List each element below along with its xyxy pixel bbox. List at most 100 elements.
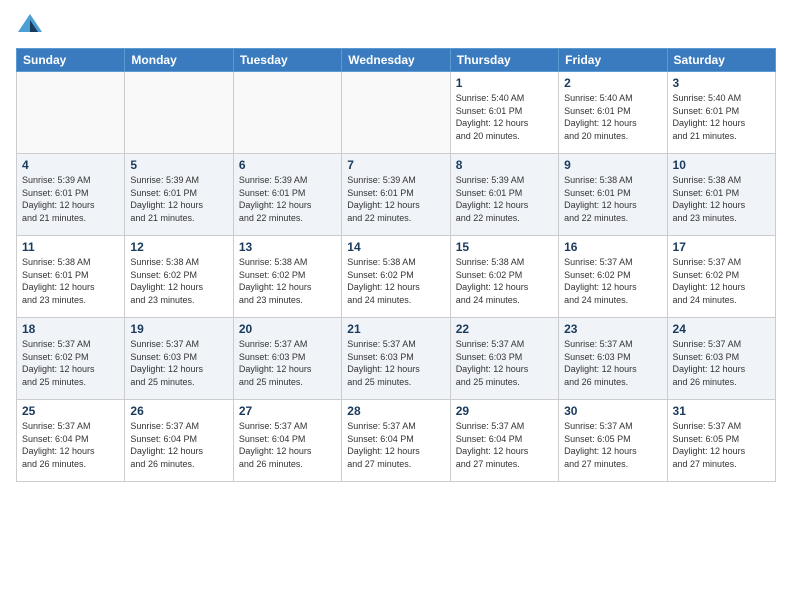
week-row-2: 4 Sunrise: 5:39 AM Sunset: 6:01 PM Daylig… xyxy=(17,154,776,236)
calendar-cell: 17 Sunrise: 5:37 AM Sunset: 6:02 PM Dayli… xyxy=(667,236,775,318)
day-info: Sunrise: 5:37 AM Sunset: 6:04 PM Dayligh… xyxy=(239,420,336,470)
day-number: 20 xyxy=(239,322,336,336)
day-number: 3 xyxy=(673,76,770,90)
calendar-cell xyxy=(233,72,341,154)
day-info: Sunrise: 5:37 AM Sunset: 6:05 PM Dayligh… xyxy=(564,420,661,470)
logo xyxy=(16,12,48,40)
week-row-3: 11 Sunrise: 5:38 AM Sunset: 6:01 PM Dayli… xyxy=(17,236,776,318)
day-number: 31 xyxy=(673,404,770,418)
calendar-cell: 7 Sunrise: 5:39 AM Sunset: 6:01 PM Daylig… xyxy=(342,154,450,236)
day-info: Sunrise: 5:39 AM Sunset: 6:01 PM Dayligh… xyxy=(456,174,553,224)
day-info: Sunrise: 5:37 AM Sunset: 6:03 PM Dayligh… xyxy=(564,338,661,388)
calendar-cell: 2Sunrise: 5:40 AM Sunset: 6:01 PM Daylig… xyxy=(559,72,667,154)
day-number: 24 xyxy=(673,322,770,336)
calendar-cell: 13 Sunrise: 5:38 AM Sunset: 6:02 PM Dayli… xyxy=(233,236,341,318)
day-info: Sunrise: 5:38 AM Sunset: 6:02 PM Dayligh… xyxy=(130,256,227,306)
calendar-cell: 29 Sunrise: 5:37 AM Sunset: 6:04 PM Dayli… xyxy=(450,400,558,482)
calendar-cell: 27 Sunrise: 5:37 AM Sunset: 6:04 PM Dayli… xyxy=(233,400,341,482)
calendar-cell: 5 Sunrise: 5:39 AM Sunset: 6:01 PM Daylig… xyxy=(125,154,233,236)
calendar-cell: 3 Sunrise: 5:40 AM Sunset: 6:01 PM Daylig… xyxy=(667,72,775,154)
calendar-cell xyxy=(125,72,233,154)
day-info: Sunrise: 5:38 AM Sunset: 6:01 PM Dayligh… xyxy=(22,256,119,306)
day-info: Sunrise: 5:38 AM Sunset: 6:01 PM Dayligh… xyxy=(673,174,770,224)
day-info: Sunrise: 5:40 AM Sunset: 6:01 PM Dayligh… xyxy=(456,92,553,142)
day-info: Sunrise: 5:39 AM Sunset: 6:01 PM Dayligh… xyxy=(347,174,444,224)
calendar-cell xyxy=(342,72,450,154)
weekday-header-sunday: Sunday xyxy=(17,49,125,72)
day-info: Sunrise: 5:37 AM Sunset: 6:03 PM Dayligh… xyxy=(130,338,227,388)
day-info: Sunrise: 5:37 AM Sunset: 6:02 PM Dayligh… xyxy=(22,338,119,388)
day-number: 5 xyxy=(130,158,227,172)
calendar-cell: 15Sunrise: 5:38 AM Sunset: 6:02 PM Dayli… xyxy=(450,236,558,318)
calendar: SundayMondayTuesdayWednesdayThursdayFrid… xyxy=(16,48,776,482)
day-number: 16 xyxy=(564,240,661,254)
day-number: 10 xyxy=(673,158,770,172)
calendar-cell: 19 Sunrise: 5:37 AM Sunset: 6:03 PM Dayli… xyxy=(125,318,233,400)
calendar-cell: 6 Sunrise: 5:39 AM Sunset: 6:01 PM Daylig… xyxy=(233,154,341,236)
calendar-cell: 9 Sunrise: 5:38 AM Sunset: 6:01 PM Daylig… xyxy=(559,154,667,236)
day-info: Sunrise: 5:38 AM Sunset: 6:02 PM Dayligh… xyxy=(239,256,336,306)
calendar-cell: 11 Sunrise: 5:38 AM Sunset: 6:01 PM Dayli… xyxy=(17,236,125,318)
calendar-cell: 18 Sunrise: 5:37 AM Sunset: 6:02 PM Dayli… xyxy=(17,318,125,400)
day-number: 13 xyxy=(239,240,336,254)
day-info: Sunrise: 5:39 AM Sunset: 6:01 PM Dayligh… xyxy=(22,174,119,224)
calendar-cell: 24 Sunrise: 5:37 AM Sunset: 6:03 PM Dayli… xyxy=(667,318,775,400)
calendar-cell: 10 Sunrise: 5:38 AM Sunset: 6:01 PM Dayli… xyxy=(667,154,775,236)
calendar-cell: 28 Sunrise: 5:37 AM Sunset: 6:04 PM Dayli… xyxy=(342,400,450,482)
weekday-header-wednesday: Wednesday xyxy=(342,49,450,72)
day-number: 12 xyxy=(130,240,227,254)
day-info: Sunrise: 5:37 AM Sunset: 6:04 PM Dayligh… xyxy=(456,420,553,470)
day-info: Sunrise: 5:37 AM Sunset: 6:03 PM Dayligh… xyxy=(673,338,770,388)
week-row-5: 25Sunrise: 5:37 AM Sunset: 6:04 PM Dayli… xyxy=(17,400,776,482)
calendar-cell: 26Sunrise: 5:37 AM Sunset: 6:04 PM Dayli… xyxy=(125,400,233,482)
calendar-cell: 1 Sunrise: 5:40 AM Sunset: 6:01 PM Daylig… xyxy=(450,72,558,154)
day-number: 18 xyxy=(22,322,119,336)
day-number: 9 xyxy=(564,158,661,172)
calendar-cell: 23 Sunrise: 5:37 AM Sunset: 6:03 PM Dayli… xyxy=(559,318,667,400)
day-number: 2 xyxy=(564,76,661,90)
day-info: Sunrise: 5:37 AM Sunset: 6:02 PM Dayligh… xyxy=(673,256,770,306)
day-number: 7 xyxy=(347,158,444,172)
day-number: 17 xyxy=(673,240,770,254)
day-info: Sunrise: 5:37 AM Sunset: 6:02 PM Dayligh… xyxy=(564,256,661,306)
day-info: Sunrise: 5:37 AM Sunset: 6:04 PM Dayligh… xyxy=(22,420,119,470)
calendar-cell: 31Sunrise: 5:37 AM Sunset: 6:05 PM Dayli… xyxy=(667,400,775,482)
calendar-cell: 25Sunrise: 5:37 AM Sunset: 6:04 PM Dayli… xyxy=(17,400,125,482)
calendar-cell: 16 Sunrise: 5:37 AM Sunset: 6:02 PM Dayli… xyxy=(559,236,667,318)
weekday-header-monday: Monday xyxy=(125,49,233,72)
day-number: 4 xyxy=(22,158,119,172)
weekday-header-row: SundayMondayTuesdayWednesdayThursdayFrid… xyxy=(17,49,776,72)
day-info: Sunrise: 5:37 AM Sunset: 6:04 PM Dayligh… xyxy=(347,420,444,470)
day-info: Sunrise: 5:39 AM Sunset: 6:01 PM Dayligh… xyxy=(239,174,336,224)
day-number: 21 xyxy=(347,322,444,336)
day-number: 1 xyxy=(456,76,553,90)
week-row-4: 18 Sunrise: 5:37 AM Sunset: 6:02 PM Dayli… xyxy=(17,318,776,400)
day-number: 22 xyxy=(456,322,553,336)
day-info: Sunrise: 5:40 AM Sunset: 6:01 PM Dayligh… xyxy=(673,92,770,142)
weekday-header-friday: Friday xyxy=(559,49,667,72)
day-number: 23 xyxy=(564,322,661,336)
calendar-cell: 4 Sunrise: 5:39 AM Sunset: 6:01 PM Daylig… xyxy=(17,154,125,236)
calendar-cell: 12 Sunrise: 5:38 AM Sunset: 6:02 PM Dayli… xyxy=(125,236,233,318)
page: SundayMondayTuesdayWednesdayThursdayFrid… xyxy=(0,0,792,612)
weekday-header-thursday: Thursday xyxy=(450,49,558,72)
header xyxy=(16,12,776,40)
calendar-cell: 20 Sunrise: 5:37 AM Sunset: 6:03 PM Dayli… xyxy=(233,318,341,400)
calendar-cell: 8 Sunrise: 5:39 AM Sunset: 6:01 PM Daylig… xyxy=(450,154,558,236)
day-number: 8 xyxy=(456,158,553,172)
calendar-cell: 22 Sunrise: 5:37 AM Sunset: 6:03 PM Dayli… xyxy=(450,318,558,400)
day-number: 19 xyxy=(130,322,227,336)
day-number: 26 xyxy=(130,404,227,418)
day-number: 11 xyxy=(22,240,119,254)
day-number: 6 xyxy=(239,158,336,172)
day-info: Sunrise: 5:39 AM Sunset: 6:01 PM Dayligh… xyxy=(130,174,227,224)
day-info: Sunrise: 5:37 AM Sunset: 6:03 PM Dayligh… xyxy=(456,338,553,388)
day-info: Sunrise: 5:37 AM Sunset: 6:03 PM Dayligh… xyxy=(239,338,336,388)
day-number: 28 xyxy=(347,404,444,418)
day-number: 27 xyxy=(239,404,336,418)
day-number: 29 xyxy=(456,404,553,418)
day-info: Sunrise: 5:38 AM Sunset: 6:01 PM Dayligh… xyxy=(564,174,661,224)
day-info: Sunrise: 5:38 AM Sunset: 6:02 PM Dayligh… xyxy=(456,256,553,306)
logo-icon xyxy=(16,12,44,40)
calendar-cell: 14Sunrise: 5:38 AM Sunset: 6:02 PM Dayli… xyxy=(342,236,450,318)
